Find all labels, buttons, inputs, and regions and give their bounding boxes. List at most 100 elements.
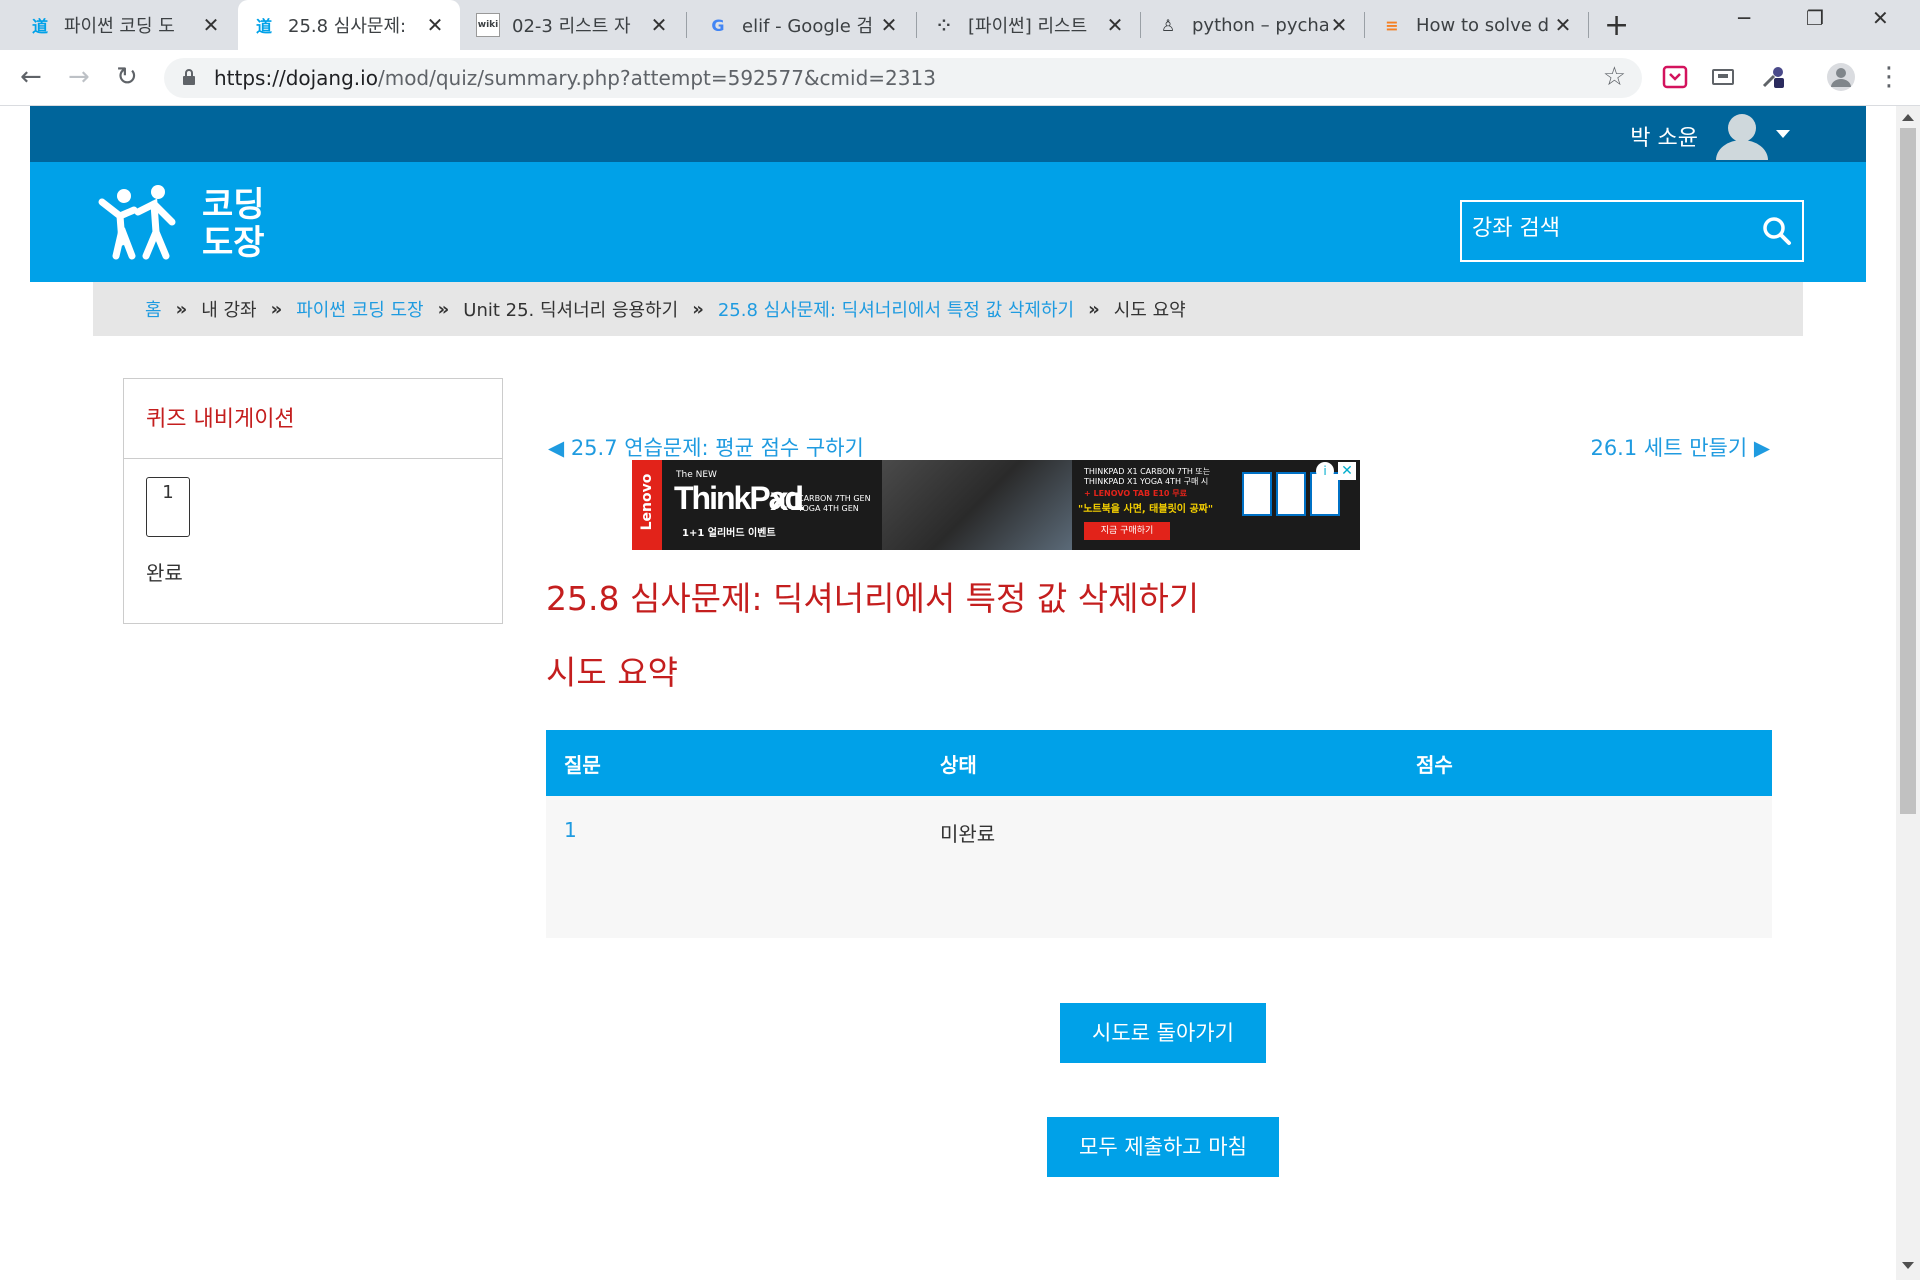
ad-line1: CARBON 7TH GEN — [798, 494, 871, 503]
tab-label: 25.8 심사문제: — [288, 16, 407, 37]
tab-label: 02-3 리스트 자 — [512, 16, 631, 37]
logo-text: 코딩 도장 — [202, 186, 265, 262]
question-nav-button[interactable]: 1 — [146, 477, 190, 537]
user-menu-caret-icon[interactable] — [1776, 130, 1790, 138]
forward-arrow-icon[interactable]: → — [68, 62, 90, 92]
browser-menu-icon[interactable]: ⋮ — [1876, 62, 1902, 92]
browser-tab-1[interactable]: 道 파이썬 코딩 도 ✕ — [14, 0, 236, 50]
stackoverflow-favicon-icon: ≡ — [1385, 15, 1399, 35]
username[interactable]: 박 소윤 — [1630, 120, 1698, 152]
browser-tab-7[interactable]: ≡ How to solve d ✕ — [1366, 0, 1588, 50]
quiz-navigation-block: 퀴즈 내비게이션 1 완료 — [123, 378, 503, 624]
ad-brand: Lenovo — [639, 473, 655, 531]
close-icon[interactable]: ✕ — [200, 13, 222, 37]
quiz-navigation-title: 퀴즈 내비게이션 — [124, 379, 502, 459]
site-logo[interactable]: 코딩 도장 — [94, 182, 284, 262]
advertisement-banner[interactable]: Lenovo The NEW ThinkPad X1 CARBON 7TH GE… — [632, 460, 1360, 550]
search-icon[interactable] — [1762, 216, 1792, 246]
course-search-input[interactable] — [1472, 216, 1752, 241]
logo-line2: 도장 — [202, 223, 265, 263]
submit-all-and-finish-button[interactable]: 모두 제출하고 마침 — [1047, 1117, 1279, 1177]
question-score — [1398, 796, 1772, 938]
table-header-row: 질문 상태 점수 — [546, 730, 1772, 796]
breadcrumb-current: 시도 요약 — [1113, 300, 1186, 321]
scrollbar-thumb[interactable] — [1900, 128, 1916, 814]
question-status: 미완료 — [922, 796, 1398, 938]
scroll-up-arrow-icon[interactable] — [1902, 114, 1914, 121]
breadcrumb-my-courses: 내 강좌 — [201, 300, 257, 321]
tab-label: elif - Google 검 — [742, 16, 874, 37]
dojang-favicon-icon: 道 — [31, 17, 48, 36]
reload-icon[interactable]: ↻ — [116, 62, 138, 92]
attempt-summary-table: 질문 상태 점수 1 미완료 — [546, 730, 1772, 938]
close-icon[interactable]: ✕ — [1104, 13, 1126, 37]
browser-tab-2-active[interactable]: 道 25.8 심사문제: ✕ — [238, 0, 460, 50]
close-icon[interactable]: ✕ — [1328, 13, 1350, 37]
ad-promo4: "노트북을 사면, 태블릿이 공짜" — [1078, 504, 1214, 515]
next-activity-link[interactable]: 26.1 세트 만들기 ▶ — [1590, 432, 1770, 462]
restore-icon[interactable]: ❐ — [1806, 6, 1824, 30]
page-scrollbar[interactable] — [1896, 106, 1920, 1280]
column-header-question: 질문 — [546, 730, 922, 796]
logo-line1: 코딩 — [202, 185, 265, 225]
minimize-icon[interactable]: ─ — [1738, 6, 1750, 30]
close-icon[interactable]: ✕ — [424, 13, 446, 37]
question-number-link[interactable]: 1 — [546, 796, 922, 938]
intel-badge-icon — [1276, 472, 1306, 516]
browser-tab-6[interactable]: ♙ python – pycha ✕ — [1142, 0, 1364, 50]
close-icon[interactable]: ✕ — [1552, 13, 1574, 37]
profile-avatar-icon[interactable] — [1826, 62, 1856, 92]
tab-label: How to solve d — [1416, 14, 1550, 36]
user-avatar-icon[interactable] — [1714, 110, 1770, 160]
pocket-extension-icon[interactable] — [1662, 64, 1688, 90]
breadcrumb-separator: » — [175, 298, 188, 320]
dots-favicon-icon: ⁘ — [937, 15, 951, 35]
ad-tag: The NEW — [676, 470, 717, 480]
ad-laptop-image — [882, 460, 1072, 550]
intel-badge-icon — [1242, 472, 1272, 516]
breadcrumb: 홈 » 내 강좌 » 파이썬 코딩 도장 » Unit 25. 딕셔너리 응용하… — [93, 282, 1803, 336]
address-bar[interactable]: https://dojang.io/mod/quiz/summary.php?a… — [164, 58, 1642, 98]
back-arrow-icon[interactable]: ← — [20, 62, 42, 92]
ad-line2: YOGA 4TH GEN — [798, 504, 859, 513]
breadcrumb-course[interactable]: 파이썬 코딩 도장 — [296, 296, 423, 322]
new-tab-icon[interactable]: + — [1604, 8, 1629, 43]
ad-close-icon[interactable]: ✕ — [1338, 462, 1356, 480]
tab-label: 파이썬 코딩 도 — [64, 16, 175, 37]
tab-separator — [686, 12, 687, 38]
browser-tab-3[interactable]: wiki 02-3 리스트 자 ✕ — [462, 0, 684, 50]
scroll-down-arrow-icon[interactable] — [1902, 1262, 1914, 1269]
ad-cta-button[interactable]: 지금 구매하기 — [1084, 522, 1170, 540]
return-to-attempt-button[interactable]: 시도로 돌아가기 — [1060, 1003, 1266, 1063]
user-topbar: 박 소윤 — [30, 106, 1866, 162]
close-icon[interactable]: ✕ — [878, 13, 900, 37]
url-text: https://dojang.io/mod/quiz/summary.php?a… — [214, 66, 936, 90]
cast-extension-icon[interactable] — [1710, 64, 1736, 90]
previous-activity-link[interactable]: ◀ 25.7 연습문제: 평균 점수 구하기 — [548, 432, 864, 462]
ad-info-icon[interactable]: i — [1316, 462, 1334, 480]
quiz-title: 25.8 심사문제: 딕셔너리에서 특정 값 삭제하기 — [546, 579, 1200, 618]
breadcrumb-separator: » — [270, 298, 283, 320]
course-search-box — [1460, 200, 1804, 262]
eyedropper-extension-icon[interactable] — [1760, 64, 1786, 90]
browser-tab-4[interactable]: G elif - Google 검 ✕ — [692, 0, 914, 50]
web-page: 박 소윤 코딩 도장 강좌 검색 홈 » 내 강좌 » 파이썬 코딩 도장 » … — [0, 106, 1920, 1280]
question-nav-status: 완료 — [146, 561, 183, 585]
attempt-summary-heading: 시도 요약 — [546, 653, 678, 692]
google-favicon-icon: G — [711, 15, 725, 35]
tab-separator — [1364, 12, 1365, 38]
ad-promo2: THINKPAD X1 YOGA 4TH 구매 시 — [1084, 477, 1209, 486]
column-header-status: 상태 — [922, 730, 1398, 796]
lock-icon — [183, 69, 195, 85]
breadcrumb-quiz[interactable]: 25.8 심사문제: 딕셔너리에서 특정 값 삭제하기 — [718, 296, 1074, 322]
breadcrumb-home[interactable]: 홈 — [145, 296, 162, 322]
site-header: 코딩 도장 — [30, 162, 1866, 282]
browser-tab-5[interactable]: ⁘ [파이썬] 리스트 ✕ — [918, 0, 1140, 50]
browser-tab-strip: 道 파이썬 코딩 도 ✕ 道 25.8 심사문제: ✕ wiki 02-3 리스… — [0, 0, 1920, 50]
window-close-icon[interactable]: ✕ — [1872, 6, 1889, 30]
tab-label: python – pycha — [1192, 14, 1328, 36]
bookmark-star-icon[interactable]: ☆ — [1603, 62, 1626, 92]
table-row: 1 미완료 — [546, 796, 1772, 938]
tab-label: [파이썬] 리스트 — [968, 16, 1088, 37]
close-icon[interactable]: ✕ — [648, 13, 670, 37]
